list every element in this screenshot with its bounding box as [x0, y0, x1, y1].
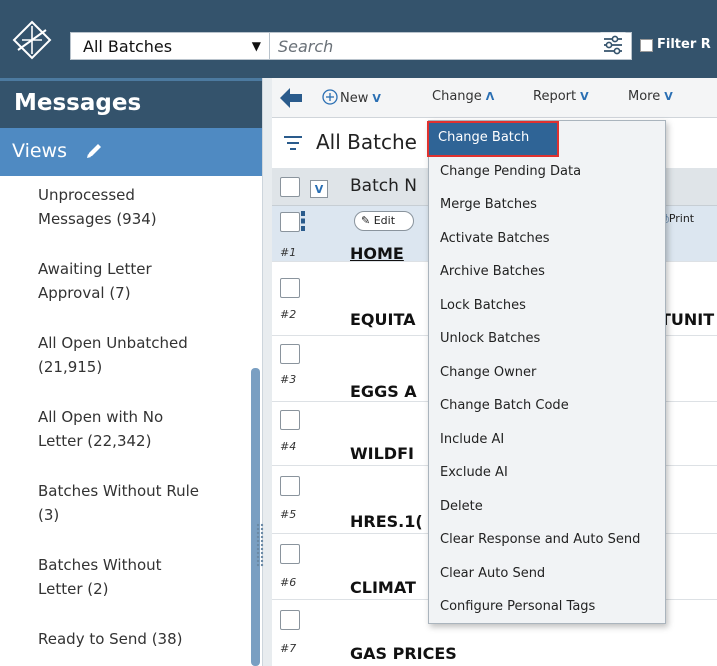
select-menu-chevron-icon[interactable]: V: [310, 180, 328, 198]
menu-item-change-batch[interactable]: Change Batch: [427, 121, 559, 157]
chevron-up-icon: Λ: [485, 90, 495, 103]
batch-name-link[interactable]: HOME: [350, 244, 404, 263]
batch-name: CLIMAT: [350, 578, 416, 597]
chevron-down-icon: V: [580, 90, 589, 103]
row-checkbox[interactable]: [280, 278, 300, 298]
menu-item-include-ai[interactable]: Include AI: [429, 423, 665, 457]
filter-settings-icon[interactable]: [600, 32, 626, 58]
top-bar: All Batches ▼ Filter R: [0, 0, 717, 78]
batch-name-trailing: TUNIT: [660, 310, 715, 329]
sidebar-item-unprocessed-messages[interactable]: Unprocessed Messages (934): [38, 183, 238, 231]
menu-item-clear-response-auto-send[interactable]: Clear Response and Auto Send: [429, 523, 665, 557]
sidebar-scrollbar[interactable]: [251, 368, 260, 666]
row-number: #5: [280, 508, 297, 521]
menu-item-archive-batches[interactable]: Archive Batches: [429, 255, 665, 289]
sidebar-item-batches-without-rule[interactable]: Batches Without Rule (3): [38, 479, 238, 527]
row-number: #6: [280, 576, 297, 589]
row-checkbox[interactable]: [280, 610, 300, 630]
view-select-value: All Batches: [83, 36, 173, 56]
menu-item-delete[interactable]: Delete: [429, 490, 665, 524]
row-checkbox[interactable]: [280, 544, 300, 564]
menu-item-merge-batches[interactable]: Merge Batches: [429, 188, 665, 222]
sidebar-item-ready-to-send[interactable]: Ready to Send (38): [38, 627, 238, 651]
chevron-down-icon: ▼: [251, 39, 261, 53]
sidebar-item-batches-without-letter[interactable]: Batches Without Letter (2): [38, 553, 238, 601]
chevron-down-icon: V: [372, 92, 381, 105]
views-label: Views: [12, 140, 67, 162]
row-number: #2: [280, 308, 297, 321]
menu-item-change-owner[interactable]: Change Owner: [429, 356, 665, 390]
sidebar-header: Messages: [0, 78, 262, 128]
sidebar-item-all-open-unbatched[interactable]: All Open Unbatched (21,915): [38, 331, 238, 379]
row-number: #7: [280, 642, 297, 655]
plus-circle-icon: [322, 89, 338, 105]
report-button[interactable]: Report V: [533, 89, 589, 104]
menu-item-clear-auto-send[interactable]: Clear Auto Send: [429, 557, 665, 591]
pane-splitter[interactable]: [262, 78, 272, 666]
row-number: #4: [280, 440, 297, 453]
batch-name: EGGS A: [350, 382, 417, 401]
change-button[interactable]: Change Λ: [432, 89, 494, 104]
batch-name: WILDFI: [350, 444, 414, 463]
view-select[interactable]: All Batches ▼: [70, 32, 270, 60]
row-number: #3: [280, 373, 297, 386]
batch-name: GAS PRICES: [350, 644, 457, 663]
back-arrow-icon[interactable]: [278, 86, 304, 110]
toolbar: New V Change Λ Report V More V: [272, 78, 717, 118]
menu-item-unlock-batches[interactable]: Unlock Batches: [429, 322, 665, 356]
menu-item-change-pending-data[interactable]: Change Pending Data: [429, 155, 665, 189]
sidebar-title: Messages: [14, 90, 142, 116]
menu-item-configure-personal-tags[interactable]: Configure Personal Tags: [429, 590, 665, 624]
views-bar[interactable]: Views: [0, 128, 262, 176]
filter-label: Filter R: [657, 37, 711, 52]
page-title: All Batche: [316, 130, 417, 154]
search-input[interactable]: [270, 33, 631, 59]
column-header-batch-name[interactable]: Batch N: [350, 176, 417, 196]
sidebar: Messages Views Unprocessed Messages (934…: [0, 78, 262, 666]
menu-item-change-batch-code[interactable]: Change Batch Code: [429, 389, 665, 423]
sidebar-item-awaiting-letter-approval[interactable]: Awaiting Letter Approval (7): [38, 257, 238, 305]
batch-name: HRES.1(: [350, 512, 423, 531]
filter-list-icon[interactable]: [284, 136, 302, 150]
row-checkbox[interactable]: [280, 476, 300, 496]
search-box[interactable]: [270, 32, 632, 60]
menu-item-activate-batches[interactable]: Activate Batches: [429, 222, 665, 256]
splitter-grip-icon[interactable]: [256, 523, 264, 567]
change-dropdown-menu: Change Batch Change Pending Data Merge B…: [427, 120, 666, 624]
kebab-menu-icon[interactable]: [300, 210, 306, 232]
select-all-checkbox[interactable]: [280, 177, 300, 197]
pencil-icon[interactable]: [85, 142, 103, 160]
row-checkbox[interactable]: [280, 212, 300, 232]
row-number: #1: [280, 246, 297, 259]
new-button[interactable]: New V: [322, 89, 381, 106]
app-logo-icon: [12, 20, 52, 60]
menu-item-lock-batches[interactable]: Lock Batches: [429, 289, 665, 323]
row-checkbox[interactable]: [280, 410, 300, 430]
filter-checkbox[interactable]: [640, 39, 653, 52]
sidebar-item-all-open-no-letter[interactable]: All Open with No Letter (22,342): [38, 405, 238, 453]
row-checkbox[interactable]: [280, 344, 300, 364]
chevron-down-icon: V: [664, 90, 673, 103]
menu-item-exclude-ai[interactable]: Exclude AI: [429, 456, 665, 490]
more-button[interactable]: More V: [628, 89, 673, 104]
batch-name: EQUITA: [350, 310, 416, 329]
edit-button[interactable]: ✎ Edit: [354, 211, 414, 231]
